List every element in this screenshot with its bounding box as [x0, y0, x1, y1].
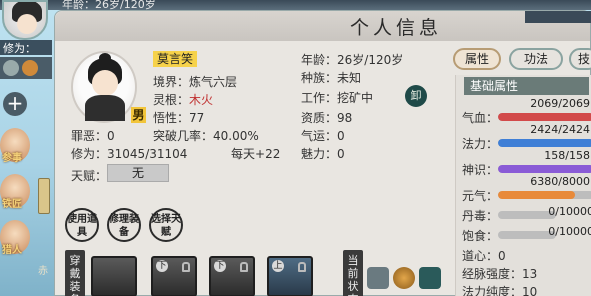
- meridian-strength-row: 经脉强度：13: [462, 267, 538, 281]
- spirit-sense-label: 神识：: [462, 163, 499, 177]
- use-item-button[interactable]: 使用道具: [65, 208, 99, 242]
- age-row: 年龄：26岁/120岁: [301, 53, 404, 67]
- lock-icon: [298, 262, 306, 272]
- pill-toxicity-label: 丹毒：: [462, 209, 499, 223]
- luck-row: 气运：0: [301, 129, 345, 143]
- collapse-handle[interactable]: [38, 178, 50, 214]
- npc-blacksmith-label: 铁匠: [2, 199, 22, 210]
- npc-advisor-label: 参事: [2, 153, 22, 164]
- hud-resource-strip: [0, 57, 52, 79]
- hp-label: 气血：: [462, 111, 499, 125]
- hp-value: 2069/2069: [530, 97, 590, 110]
- npc-hunter-label: 猎人: [2, 245, 22, 256]
- add-button[interactable]: +: [3, 92, 27, 116]
- equip-slot-accessory[interactable]: 下: [209, 256, 255, 296]
- npc-hunter[interactable]: 猎人: [0, 220, 30, 256]
- top-status-bar: 年龄：26岁/120岁: [0, 0, 591, 11]
- gourd-icon[interactable]: [393, 267, 415, 289]
- dao-heart-row: 道心：0: [462, 249, 506, 263]
- tab-skills[interactable]: 技: [569, 48, 591, 70]
- lock-icon: [182, 262, 190, 272]
- mana-purity-row: 法力纯度：10: [462, 285, 538, 296]
- avatar-face: [17, 14, 37, 34]
- spirit-sense-bar: [498, 165, 591, 173]
- tier-badge: 下: [156, 260, 168, 272]
- gender-badge: 男: [131, 107, 146, 123]
- satiety-label: 饱食：: [462, 229, 499, 243]
- breakthrough-row: 突破几率：40.00%: [153, 129, 259, 143]
- header-corner: [525, 11, 591, 23]
- beast-icon[interactable]: [419, 267, 441, 289]
- gourd-icon: [22, 60, 38, 76]
- panel-title: 个人信息: [350, 17, 443, 39]
- hud-cultivation-label: 修为：31: [0, 40, 52, 69]
- fish-icon: [3, 60, 19, 76]
- sin-row: 罪恶：0: [71, 129, 115, 143]
- hud-side-letter: 赤: [38, 266, 48, 277]
- realm-row: 境界：炼气六层: [153, 75, 238, 89]
- tab-techniques[interactable]: 功法: [509, 48, 563, 70]
- choose-talent-button[interactable]: 选择天赋: [149, 208, 183, 242]
- talent-value[interactable]: 无: [107, 164, 169, 182]
- hp-bar: [498, 113, 591, 121]
- attributes-header: 基础属性: [464, 77, 589, 95]
- resign-job-button[interactable]: 卸: [405, 85, 427, 107]
- tab-attributes[interactable]: 属性: [453, 48, 501, 70]
- pill-toxicity-value: 0/10000: [548, 205, 591, 218]
- satiety-value: 0/10000: [548, 225, 591, 238]
- player-avatar[interactable]: [2, 0, 48, 40]
- vital-energy-label: 元气：: [462, 189, 499, 203]
- charm-row: 魅力：0: [301, 147, 345, 161]
- race-row: 种族：未知: [301, 71, 362, 85]
- panel-header: 个人信息: [55, 11, 591, 41]
- npc-blacksmith[interactable]: 铁匠: [0, 174, 30, 210]
- equip-slot-weapon[interactable]: 下: [151, 256, 197, 296]
- fish-icon[interactable]: [367, 267, 389, 289]
- spirit-root-row: 灵根：木火: [153, 93, 214, 107]
- vital-energy-value: 6380/8000: [530, 175, 590, 188]
- cultivation-row: 修为：31045/31104: [71, 147, 188, 161]
- portrait-face: [92, 70, 118, 96]
- portrait-robe: [85, 95, 125, 121]
- comprehension-row: 悟性：77: [153, 111, 205, 125]
- job-row: 工作：挖矿中: [301, 91, 374, 105]
- aptitude-row: 资质：98: [301, 111, 353, 125]
- mana-bar: [498, 139, 591, 147]
- spirit-sense-value: 158/158: [544, 149, 590, 162]
- tier-badge: 下: [214, 260, 226, 272]
- lock-icon: [240, 262, 248, 272]
- tier-badge: 上: [272, 260, 284, 272]
- repair-equipment-button[interactable]: 修理装备: [107, 208, 141, 242]
- mana-label: 法力：: [462, 137, 499, 151]
- equip-slot-armor[interactable]: [91, 256, 137, 296]
- tab-equipment[interactable]: 穿戴装备: [65, 250, 85, 296]
- character-name: 莫言笑: [153, 51, 198, 67]
- npc-advisor[interactable]: 参事: [0, 128, 30, 164]
- talent-label: 天赋：: [71, 169, 108, 183]
- vital-energy-bar: [498, 191, 591, 199]
- attributes-card: 基础属性 2069/2069 气血： 2424/2424 法力： 158/158…: [455, 75, 591, 296]
- character-info-panel: 个人信息 男 莫言笑 境界：炼气六层 灵根：木火 悟性：77 年龄：26岁/12…: [54, 10, 591, 296]
- mana-value: 2424/2424: [530, 123, 590, 136]
- character-portrait: [71, 51, 137, 123]
- tab-current-status[interactable]: 当前状态: [343, 250, 363, 296]
- equip-slot-treasure[interactable]: 上: [267, 256, 313, 296]
- per-day-row: 每天+22: [231, 147, 281, 161]
